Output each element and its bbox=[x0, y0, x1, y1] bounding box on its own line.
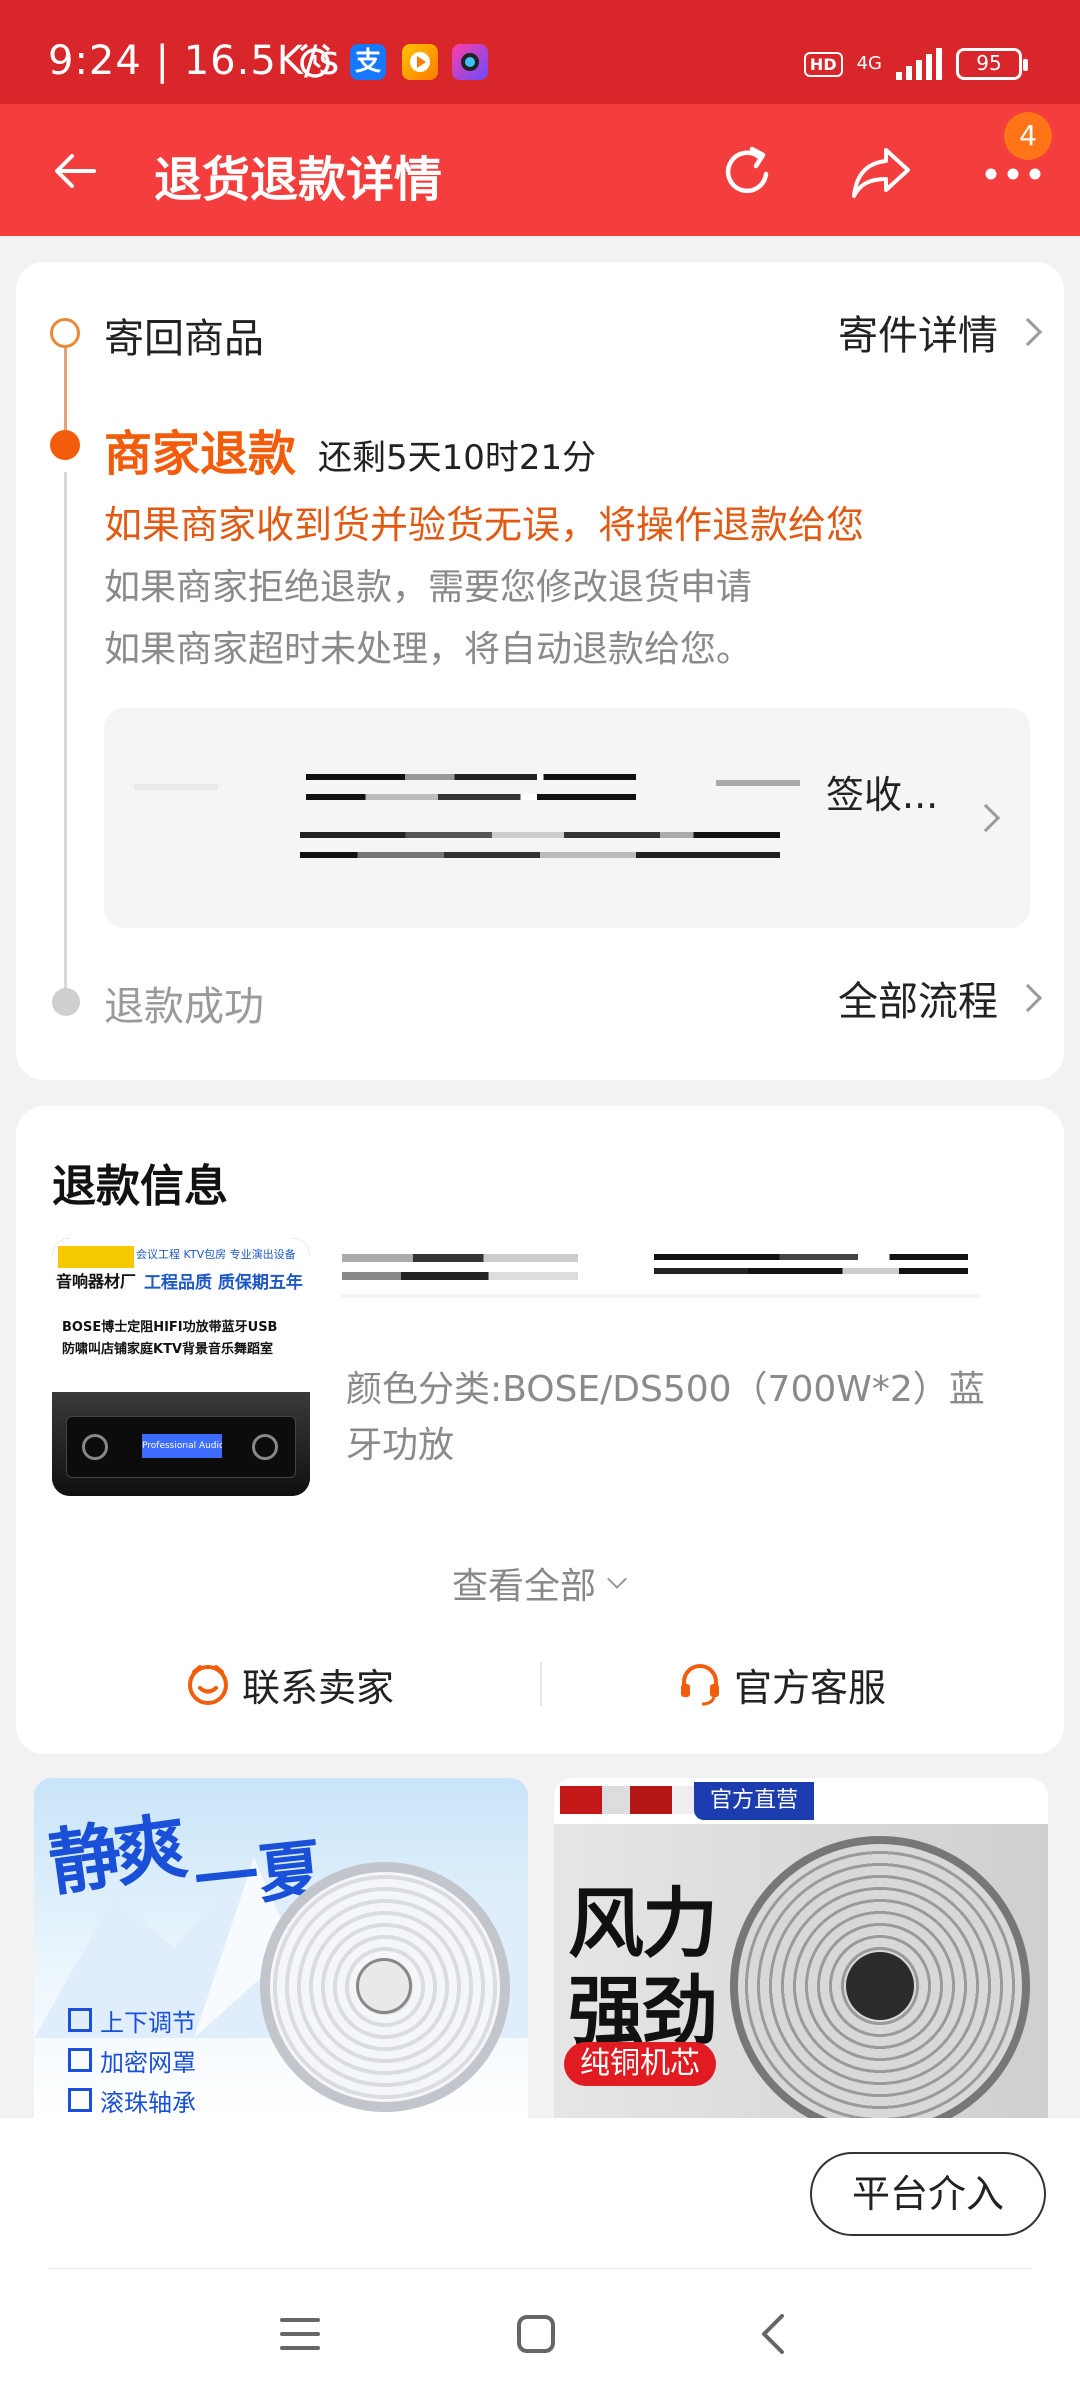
refund-countdown: 还剩5天10时21分 bbox=[318, 438, 597, 478]
camera-app-icon bbox=[452, 44, 488, 80]
signal-icon bbox=[896, 48, 942, 80]
share-icon[interactable] bbox=[848, 142, 914, 202]
chevron-right-icon bbox=[971, 803, 1001, 833]
checkbox-icon bbox=[68, 2008, 92, 2032]
divider bbox=[540, 1662, 542, 1706]
chevron-down-icon bbox=[607, 1569, 627, 1589]
checkbox-icon bbox=[68, 2088, 92, 2112]
redacted-text bbox=[134, 784, 218, 790]
alarm-icon bbox=[299, 43, 331, 78]
redacted-text bbox=[306, 794, 636, 800]
header-bar: 退货退款详情 bbox=[0, 104, 1080, 236]
product-image-quality: 工程品质 质保期五年 bbox=[144, 1273, 303, 1293]
product-image-screen: Professional Audio bbox=[142, 1434, 222, 1458]
page-title: 退货退款详情 bbox=[154, 152, 443, 208]
product-image-desc1: BOSE博士定阻HIFI功放带蓝牙USB bbox=[62, 1320, 278, 1335]
refund-progress-card: 寄回商品 寄件详情 商家退款 还剩5天10时21分 如果商家收到货并验货无误，将… bbox=[16, 262, 1064, 1080]
hd-badge: HD bbox=[803, 51, 843, 77]
redacted-text bbox=[300, 832, 780, 838]
redacted-text bbox=[300, 852, 780, 858]
platform-intervene-button[interactable]: 平台介入 bbox=[810, 2152, 1046, 2236]
view-all-button[interactable]: 查看全部 bbox=[452, 1558, 627, 1608]
official-service-button[interactable]: 官方客服 bbox=[676, 1654, 886, 1714]
footer-divider bbox=[48, 2268, 1032, 2269]
alipay-icon: 支 bbox=[350, 44, 386, 80]
back-arrow-icon[interactable] bbox=[48, 144, 102, 198]
product-image[interactable]: 音响器材厂 会议工程 KTV包房 专业演出设备 工程品质 质保期五年 BOSE博… bbox=[52, 1238, 310, 1496]
shipping-details-link[interactable]: 寄件详情 bbox=[838, 302, 1043, 362]
step2-label: 商家退款 bbox=[104, 426, 297, 482]
product-image-tagline: 会议工程 KTV包房 专业演出设备 bbox=[136, 1248, 296, 1261]
rec1-headline1: 静爽 bbox=[43, 1803, 187, 1906]
menu-icon[interactable] bbox=[278, 2314, 322, 2354]
headset-icon bbox=[681, 1664, 719, 1706]
step1-label: 寄回商品 bbox=[104, 316, 264, 362]
battery-icon: 95 bbox=[956, 48, 1028, 80]
home-icon[interactable] bbox=[514, 2312, 558, 2356]
video-app-icon bbox=[402, 44, 438, 80]
rec2-sub: 纯铜机芯 bbox=[564, 2042, 716, 2086]
logistics-tracking-box[interactable]: 签收... bbox=[104, 708, 1030, 928]
timeline-line bbox=[64, 472, 67, 1010]
chevron-right-icon bbox=[1013, 983, 1043, 1013]
seller-face-icon bbox=[188, 1665, 228, 1705]
timeline-line bbox=[64, 342, 67, 434]
product-sku: 颜色分类:BOSE/DS500（700W*2）蓝牙功放 bbox=[346, 1369, 985, 1466]
system-nav-bar bbox=[0, 2270, 1080, 2400]
step3-dot bbox=[52, 988, 80, 1016]
checkbox-icon bbox=[68, 2048, 92, 2072]
product-image-brand: 音响器材厂 bbox=[56, 1272, 137, 1291]
refund-info-title: 退款信息 bbox=[52, 1161, 228, 1212]
step1-dot bbox=[50, 318, 80, 348]
status-bar: 9:24 | 16.5K/s 支 HD 4G 95 bbox=[0, 0, 1080, 104]
step2-dot bbox=[50, 430, 80, 460]
notification-badge: 4 bbox=[1004, 112, 1052, 160]
step2-note-timeout: 如果商家超时未处理，将自动退款给您。 bbox=[104, 629, 753, 670]
product-image-desc2: 防啸叫店铺家庭KTV背景音乐舞蹈室 bbox=[62, 1342, 274, 1357]
refresh-icon[interactable] bbox=[716, 140, 780, 204]
network-label: 4G bbox=[856, 53, 882, 74]
all-process-link[interactable]: 全部流程 bbox=[838, 968, 1043, 1028]
redacted-brand bbox=[560, 1786, 700, 1814]
redacted-text bbox=[716, 780, 800, 786]
redacted-text bbox=[306, 774, 636, 780]
step2-highlight: 如果商家收到货并验货无误，将操作退款给您 bbox=[104, 503, 865, 547]
logistics-status: 签收... bbox=[826, 773, 939, 817]
recommendation-card-2[interactable]: 官方直营 风力 强劲 纯铜机芯 bbox=[554, 1778, 1048, 2118]
redacted-product-title bbox=[342, 1250, 982, 1298]
contact-seller-button[interactable]: 联系卖家 bbox=[184, 1654, 394, 1714]
chevron-right-icon bbox=[1013, 317, 1043, 347]
rec1-features: 上下调节 加密网罩 滚珠轴承 bbox=[68, 2000, 196, 2118]
back-icon[interactable] bbox=[752, 2310, 792, 2358]
step2-note-reject: 如果商家拒绝退款，需要您修改退货申请 bbox=[104, 567, 753, 608]
step3-label: 退款成功 bbox=[104, 984, 264, 1030]
rec2-tag: 官方直营 bbox=[694, 1782, 815, 1820]
recommendation-card-1[interactable]: 静爽 一夏 上下调节 加密网罩 滚珠轴承 bbox=[34, 1778, 528, 2118]
